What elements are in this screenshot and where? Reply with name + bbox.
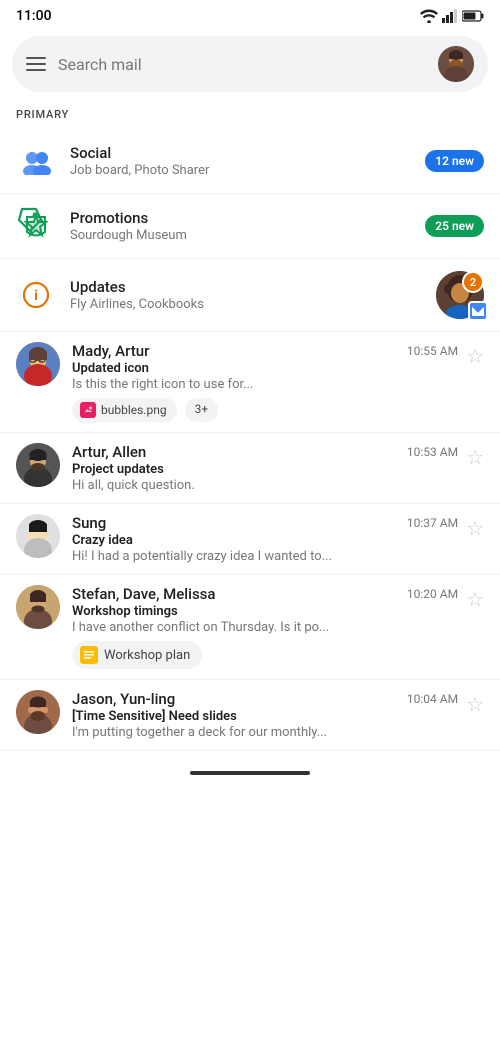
social-name: Social xyxy=(70,144,425,162)
gmail-icon xyxy=(468,301,488,321)
avatar-stefan xyxy=(16,585,60,629)
email-artur-sender: Artur, Allen xyxy=(72,443,146,461)
svg-text:i: i xyxy=(34,288,38,304)
email-sung-sender: Sung xyxy=(72,514,106,532)
status-bar: 11:00 xyxy=(0,0,500,28)
chip-bubbles: bubbles.png xyxy=(72,398,177,422)
updates-subtitle: Fly Airlines, Cookbooks xyxy=(70,297,436,312)
email-artur-subject: Project updates xyxy=(72,462,458,477)
social-subtitle: Job board, Photo Sharer xyxy=(70,163,425,178)
category-social[interactable]: Social Job board, Photo Sharer 12 new xyxy=(0,129,500,194)
user-avatar[interactable] xyxy=(438,46,474,82)
chip-image-icon xyxy=(80,402,96,418)
email-mady-content: Mady, Artur 10:55 AM Updated icon Is thi… xyxy=(72,342,458,422)
status-icons xyxy=(420,9,484,23)
email-stefan-content: Stefan, Dave, Melissa 10:20 AM Workshop … xyxy=(72,585,458,669)
email-jason-subject: [Time Sensitive] Need slides xyxy=(72,709,458,724)
updates-name: Updates xyxy=(70,278,436,296)
search-input-label[interactable]: Search mail xyxy=(58,55,426,74)
avatar-mady xyxy=(16,342,60,386)
menu-icon[interactable] xyxy=(26,57,46,71)
email-mady-time: 10:55 AM xyxy=(407,344,458,358)
email-jason-time: 10:04 AM xyxy=(407,692,458,706)
search-bar[interactable]: Search mail xyxy=(12,36,488,92)
email-stefan-subject: Workshop timings xyxy=(72,604,458,619)
section-label: PRIMARY xyxy=(0,104,500,129)
email-jason-content: Jason, Yun-ling 10:04 AM [Time Sensitive… xyxy=(72,690,458,740)
bottom-bar xyxy=(0,751,500,787)
email-artur-preview: Hi all, quick question. xyxy=(72,478,458,493)
email-mady-chips: bubbles.png 3+ xyxy=(72,398,458,422)
avatar-jason xyxy=(16,690,60,734)
chip-bubbles-label: bubbles.png xyxy=(101,403,167,417)
battery-icon xyxy=(462,10,484,22)
email-sung-preview: Hi! I had a potentially crazy idea I wan… xyxy=(72,549,458,564)
email-mady-sender: Mady, Artur xyxy=(72,342,149,360)
email-artur-content: Artur, Allen 10:53 AM Project updates Hi… xyxy=(72,443,458,493)
home-indicator xyxy=(190,771,310,775)
star-stefan[interactable]: ☆ xyxy=(466,587,484,611)
email-mady[interactable]: Mady, Artur 10:55 AM Updated icon Is thi… xyxy=(0,332,500,433)
workshop-chip: Workshop plan xyxy=(72,641,202,669)
email-stefan-preview: I have another conflict on Thursday. Is … xyxy=(72,620,458,635)
star-sung[interactable]: ☆ xyxy=(466,516,484,540)
status-time: 11:00 xyxy=(16,8,52,24)
email-sung[interactable]: Sung 10:37 AM Crazy idea Hi! I had a pot… xyxy=(0,504,500,575)
social-info: Social Job board, Photo Sharer xyxy=(70,144,425,178)
promotions-badge: 25 new xyxy=(425,215,484,237)
updates-info: Updates Fly Airlines, Cookbooks xyxy=(70,278,436,312)
email-jason-preview: I'm putting together a deck for our mont… xyxy=(72,725,458,740)
updates-count-badge: 2 xyxy=(462,271,484,293)
updates-badge-container: 2 xyxy=(436,271,484,319)
email-sung-subject: Crazy idea xyxy=(72,533,458,548)
social-badge: 12 new xyxy=(425,150,484,172)
promotions-name: Promotions xyxy=(70,209,425,227)
category-promotions[interactable]: Promotions Sourdough Museum 25 new xyxy=(0,194,500,259)
wifi-icon xyxy=(420,9,438,23)
email-stefan-sender: Stefan, Dave, Melissa xyxy=(72,585,215,603)
email-jason[interactable]: Jason, Yun-ling 10:04 AM [Time Sensitive… xyxy=(0,680,500,751)
workshop-doc-icon xyxy=(80,646,98,664)
email-sung-time: 10:37 AM xyxy=(407,516,458,530)
star-mady[interactable]: ☆ xyxy=(466,344,484,368)
search-bar-container: Search mail xyxy=(0,28,500,104)
updates-icon: i xyxy=(16,275,56,315)
category-updates[interactable]: i Updates Fly Airlines, Cookbooks 2 xyxy=(0,259,500,332)
email-stefan[interactable]: Stefan, Dave, Melissa 10:20 AM Workshop … xyxy=(0,575,500,680)
star-artur[interactable]: ☆ xyxy=(466,445,484,469)
star-jason[interactable]: ☆ xyxy=(466,692,484,716)
promotions-subtitle: Sourdough Museum xyxy=(70,228,425,243)
promotions-icon xyxy=(16,206,56,246)
email-artur-time: 10:53 AM xyxy=(407,445,458,459)
email-stefan-time: 10:20 AM xyxy=(407,587,458,601)
signal-icon xyxy=(442,9,458,23)
email-artur[interactable]: Artur, Allen 10:53 AM Project updates Hi… xyxy=(0,433,500,504)
email-mady-preview: Is this the right icon to use for... xyxy=(72,377,458,392)
email-sung-content: Sung 10:37 AM Crazy idea Hi! I had a pot… xyxy=(72,514,458,564)
email-mady-subject: Updated icon xyxy=(72,361,458,376)
workshop-chip-label: Workshop plan xyxy=(104,648,190,663)
chip-more: 3+ xyxy=(185,398,219,422)
promotions-info: Promotions Sourdough Museum xyxy=(70,209,425,243)
avatar-sung xyxy=(16,514,60,558)
email-jason-sender: Jason, Yun-ling xyxy=(72,690,175,708)
social-icon xyxy=(16,141,56,181)
avatar-artur xyxy=(16,443,60,487)
